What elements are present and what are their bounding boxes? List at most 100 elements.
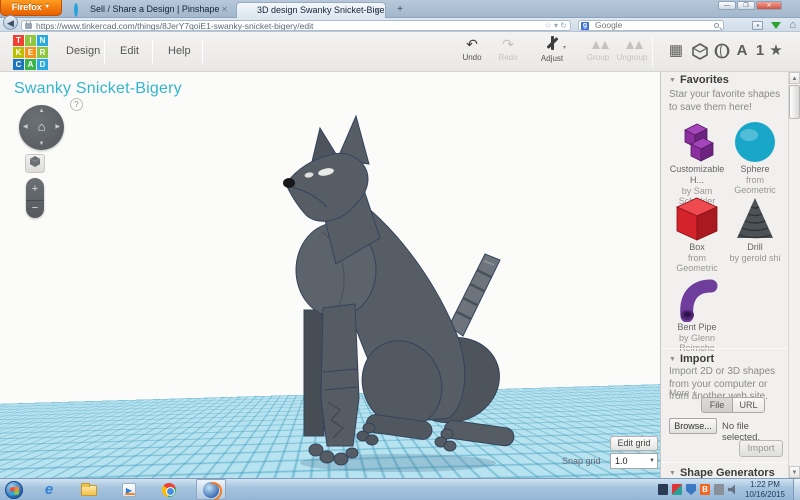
tab-title: 3D design Swanky Snicket-Bigery | Ti... [257,5,385,15]
shape-tile-bent-pipe[interactable]: Bent Pipe by Glenn Reimche [667,276,727,353]
search-bar[interactable]: g [578,19,724,31]
taskbar-chrome[interactable] [156,481,182,499]
zoom-out-button[interactable]: − [26,200,44,216]
url-tab[interactable]: URL [733,397,765,413]
menu-edit[interactable]: Edit [116,32,143,71]
workplane-grid-icon[interactable]: ▦ [666,40,686,62]
shape-name: Sphere [740,164,770,174]
browser-nav-bar: ◀ https://www.tinkercad.com/things/8JerY… [0,15,800,32]
sidebar-scrollbar[interactable]: ▲ ▼ [788,72,800,478]
favorites-description: Star your favorite shapes to save them h… [669,89,781,113]
reload-icon[interactable]: ↻ [560,21,567,30]
fit-view-button[interactable] [25,154,45,173]
zoom-controls[interactable]: + − [26,178,44,218]
design-title[interactable]: Swanky Snicket-Bigery [14,80,182,98]
star-icon[interactable]: ★ [766,40,786,62]
shape-tile-box[interactable]: Box from Geometric [667,196,727,273]
redo-button: ↷ Redo [488,36,528,62]
undo-button[interactable]: ↶ Undo [452,36,492,62]
logo-cell: A [25,59,36,70]
show-desktop-button[interactable] [793,479,800,500]
download-icon[interactable] [771,21,782,29]
header-separator [652,36,653,68]
menu-separator [202,40,203,64]
edit-grid-button[interactable]: Edit grid [610,436,658,451]
home-icon[interactable]: ⌂ [789,19,796,31]
scroll-up-icon[interactable]: ▲ [789,72,800,84]
tray-shield-icon[interactable] [686,484,696,495]
model-nose [283,178,295,188]
search-input[interactable] [593,20,703,30]
favorites-section-header[interactable]: ▼ Favorites [669,74,729,86]
shape-tile-customizable[interactable]: Customizable H... by Sam Schickler [667,118,727,206]
google-icon[interactable]: g [581,22,589,30]
taskbar-explorer[interactable] [76,481,102,499]
firefox-menu-button[interactable]: Firefox ▼ [0,0,62,16]
collapse-triangle-icon: ▼ [669,356,676,363]
scroll-down-icon[interactable]: ▼ [789,466,800,478]
tray-sync-icon[interactable] [672,484,682,495]
url-bar[interactable]: https://www.tinkercad.com/things/8JerY7q… [21,19,571,31]
design-viewport[interactable]: Swanky Snicket-Bigery ? ▲ ▼ ◀ ▶ ⌂ + − Ed… [0,72,660,478]
view-navigation-ball[interactable]: ▲ ▼ ◀ ▶ ⌂ [19,105,64,150]
favorites-title: Favorites [679,74,729,86]
taskbar-media-player[interactable]: ▶ [116,481,142,499]
arrow-up-icon[interactable]: ▲ [19,108,64,114]
arrow-down-icon[interactable]: ▼ [19,141,64,147]
undo-icon: ↶ [466,36,478,52]
tab-pinshape[interactable]: Sell / Share a Design | Pinshape ✕ [70,2,232,18]
sphere-icon[interactable] [712,40,732,62]
minimize-button[interactable]: — [718,1,736,10]
file-tab[interactable]: File [701,397,733,413]
collapse-triangle-icon: ▼ [669,470,676,477]
chevron-down-icon: ▼ [649,458,655,464]
tray-monitor-icon[interactable] [658,484,668,495]
shape-tile-sphere[interactable]: Sphere from Geometric [725,118,785,195]
zoom-in-button[interactable]: + [26,180,44,198]
tray-device-icon[interactable] [714,484,724,495]
browse-button[interactable]: Browse... [669,418,717,434]
menu-design[interactable]: Design [62,32,104,71]
more-link[interactable]: More + [669,388,697,398]
shape-tile-drill[interactable]: Drill by gerold shi [725,196,785,263]
bookmarks-panel-icon[interactable]: ▾ [752,20,764,30]
model-swanky-snicket-bigery[interactable] [0,72,660,478]
tray-speaker-icon[interactable] [728,484,735,495]
taskbar-clock[interactable]: 1:22 PM 10/16/2015 [742,480,788,500]
start-button[interactable] [5,481,23,499]
menu-help[interactable]: Help [164,32,195,71]
letters-icon[interactable]: A [732,40,752,62]
adjust-icon: ▾ [532,36,572,53]
tray-b-icon[interactable]: B [700,484,710,495]
shape-credit: from Geometric [676,253,718,273]
tinkercad-logo[interactable]: T I N K E R C A D [13,35,49,71]
snap-grid-select[interactable]: 1.0 ▼ [610,453,658,469]
restore-button[interactable]: ❐ [737,1,755,10]
taskbar-firefox-active[interactable] [196,479,226,500]
scrollbar-thumb[interactable] [789,85,800,119]
home-view-icon[interactable]: ⌂ [19,119,64,135]
logo-cell: T [13,35,24,46]
window-controls: — ❐ ✕ [717,1,782,10]
close-button[interactable]: ✕ [756,1,782,10]
tab-title: Sell / Share a Design | Pinshape [90,4,220,14]
help-button[interactable]: ? [70,98,83,111]
shape-name: Drill [747,242,763,252]
bent-pipe-shape-thumb [667,276,727,323]
tab-close-icon[interactable]: ✕ [221,5,228,14]
adjust-button[interactable]: ▾ Adjust [532,36,572,63]
clock-date: 10/16/2015 [744,490,786,499]
cube-icon[interactable] [690,40,710,62]
nav-buttons: ▾ ⌂ [752,18,796,32]
back-button[interactable]: ◀ [3,15,18,30]
search-icon[interactable] [714,22,719,28]
tab-tinkercad[interactable]: 3D design Swanky Snicket-Bigery | Ti... … [236,2,386,18]
taskbar-internet-explorer[interactable]: e [36,481,62,499]
tab-close-icon[interactable]: ✕ [374,6,381,15]
chevron-down-icon[interactable]: ▾ [554,21,558,30]
new-tab-button[interactable]: + [392,4,408,17]
bookmark-star-icon[interactable]: ☆ [545,21,552,30]
import-section-header[interactable]: ▼ Import [669,353,714,365]
logo-cell: D [37,59,48,70]
import-button[interactable]: Import [739,440,783,457]
